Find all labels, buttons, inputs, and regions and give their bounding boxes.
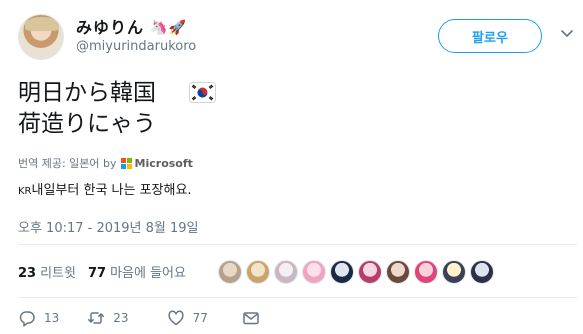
liker-avatar[interactable] — [386, 260, 410, 284]
translated-text: KR내일부터 한국 나는 포장해요. — [18, 179, 192, 198]
divider — [18, 244, 577, 245]
liker-avatar[interactable] — [470, 260, 494, 284]
liker-avatar[interactable] — [442, 260, 466, 284]
liker-avatar[interactable] — [274, 260, 298, 284]
tweet-actions: 13 23 77 — [18, 309, 260, 327]
retweet-button[interactable]: 23 — [87, 309, 129, 327]
liker-avatar[interactable] — [246, 260, 270, 284]
reply-button[interactable]: 13 — [18, 309, 59, 327]
tweet-timestamp[interactable]: 오후 10:17 - 2019년 8월 19일 — [18, 217, 199, 236]
translation-credit-label: 번역 제공: 일본어 by — [18, 157, 117, 170]
south-korea-flag-icon — [189, 82, 216, 103]
liker-avatars — [218, 260, 494, 284]
liker-avatar[interactable] — [302, 260, 326, 284]
reply-count: 13 — [44, 311, 60, 325]
envelope-icon — [243, 312, 259, 325]
liker-avatar[interactable] — [358, 260, 382, 284]
heart-icon — [167, 310, 184, 326]
avatar[interactable] — [18, 14, 64, 60]
translation-credit: 번역 제공: 일본어 by Microsoft — [18, 155, 193, 171]
retweet-count: 23 — [113, 311, 129, 325]
translation-provider[interactable]: Microsoft — [135, 157, 193, 170]
retweet-icon — [88, 312, 105, 324]
divider — [18, 297, 577, 298]
likes-stat[interactable]: 77 마음에 들어요 — [88, 262, 186, 281]
likes-label: 마음에 들어요 — [110, 266, 186, 281]
likes-count: 77 — [87, 266, 107, 281]
tweet-stats: 23 리트윗 77 마음에 들어요 — [18, 262, 186, 281]
direct-message-button[interactable] — [242, 309, 260, 327]
like-button[interactable]: 77 — [167, 309, 208, 327]
author-handle[interactable]: @miyurindarukoro — [76, 39, 196, 54]
liker-avatar[interactable] — [218, 260, 242, 284]
chevron-down-icon[interactable] — [560, 26, 574, 40]
like-count: 77 — [192, 311, 208, 325]
translated-text-content: 내일부터 한국 나는 포장해요. — [31, 183, 192, 198]
liker-avatar[interactable] — [414, 260, 438, 284]
author-display-name[interactable]: みゆりん 🦄🚀 — [76, 14, 187, 38]
retweets-stat[interactable]: 23 리트윗 — [18, 262, 76, 281]
follow-button[interactable]: 팔로우 — [438, 19, 542, 53]
retweets-label: 리트윗 — [40, 266, 76, 281]
liker-avatar[interactable] — [330, 260, 354, 284]
retweets-count: 23 — [18, 266, 37, 281]
translated-prefix: KR — [18, 186, 32, 197]
tweet-text: 明日から韓国 荷造りにゃう — [18, 78, 156, 140]
author-name-text: みゆりん — [76, 18, 145, 37]
reply-icon — [19, 311, 35, 327]
microsoft-logo-icon — [120, 157, 132, 169]
unicorn-rocket-emoji-icon: 🦄🚀 — [150, 20, 187, 36]
tweet-text-content: 明日から韓国 荷造りにゃう — [18, 80, 156, 137]
